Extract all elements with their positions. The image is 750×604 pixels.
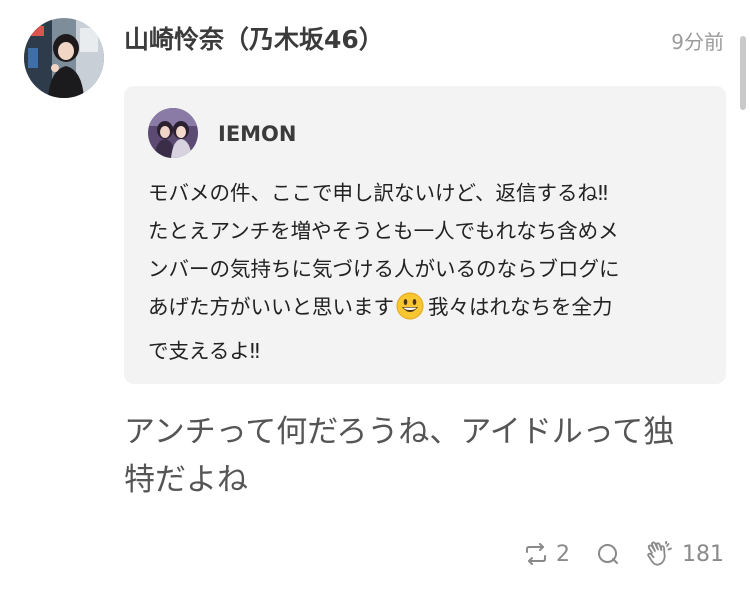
grinning-face-emoji-icon bbox=[396, 292, 424, 332]
comment-bubble-icon bbox=[598, 544, 618, 564]
comment-text-line: 特だよね bbox=[124, 462, 248, 498]
user-avatar-photo-icon bbox=[148, 108, 198, 158]
author-name[interactable]: 山崎怜奈（乃木坂46） bbox=[124, 20, 384, 56]
quote-author-avatar[interactable] bbox=[148, 108, 198, 158]
quote-text: モバメの件、ここで申し訳ないけど、返信するね‼ たとえアンチを増やそうとも一人で… bbox=[148, 174, 718, 370]
comment-text: アンチって何だろうね、アイドルって独 特だよね bbox=[124, 408, 724, 504]
quote-text-segment: 我々はれなちを全力 bbox=[428, 295, 613, 319]
quote-text-segment: あげた方がいいと思います bbox=[148, 295, 394, 319]
action-bar: 2 181 bbox=[524, 536, 724, 572]
repost-count: 2 bbox=[556, 541, 570, 567]
quote-text-line: ンバーの気持ちに気づける人がいるのならブログに bbox=[148, 257, 620, 281]
user-avatar-photo-icon bbox=[24, 18, 104, 98]
reply-button[interactable] bbox=[596, 542, 620, 566]
quoted-post-card[interactable]: IEMON モバメの件、ここで申し訳ないけど、返信するね‼ たとえアンチを増やそ… bbox=[124, 86, 726, 384]
clap-count: 181 bbox=[682, 541, 724, 567]
clap-button[interactable]: 181 bbox=[646, 541, 724, 567]
clap-icon bbox=[647, 541, 672, 566]
quote-text-line: たとえアンチを増やそうとも一人でもれなち含めメ bbox=[148, 219, 619, 243]
comment-text-line: アンチって何だろうね、アイドルって独 bbox=[124, 414, 675, 450]
quote-text-line: で支えるよ‼ bbox=[148, 339, 260, 363]
author-avatar[interactable] bbox=[24, 18, 104, 98]
scrollbar[interactable] bbox=[740, 36, 746, 110]
quote-text-line: モバメの件、ここで申し訳ないけど、返信するね‼ bbox=[148, 181, 608, 205]
repost-button[interactable]: 2 bbox=[524, 542, 570, 567]
quote-author-name[interactable]: IEMON bbox=[218, 122, 296, 146]
quote-text-line: あげた方がいいと思います 我々はれなちを全力 bbox=[148, 288, 718, 332]
post-timestamp: 9分前 bbox=[671, 30, 724, 54]
repost-icon bbox=[526, 543, 546, 565]
